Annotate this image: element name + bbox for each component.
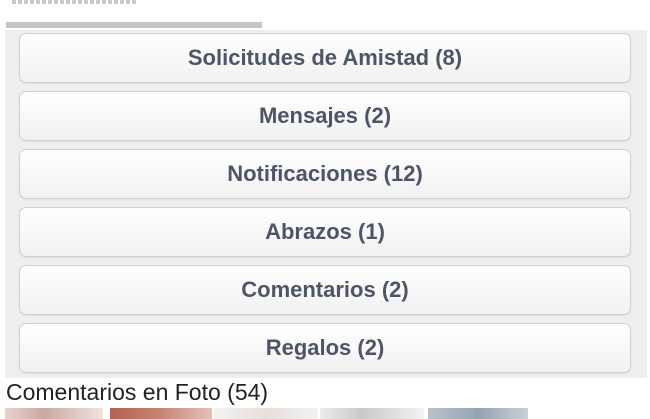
top-header-strip [0, 0, 650, 30]
notifications-button[interactable]: Notificaciones (12) [19, 149, 631, 199]
friend-requests-button[interactable]: Solicitudes de Amistad (8) [19, 33, 631, 83]
gifts-button[interactable]: Regalos (2) [19, 323, 631, 373]
comments-label: Comentarios (2) [241, 277, 409, 302]
photo-thumbnail[interactable] [428, 408, 528, 419]
hugs-button[interactable]: Abrazos (1) [19, 207, 631, 257]
header-dashed-divider [12, 0, 136, 4]
gifts-label: Regalos (2) [265, 335, 385, 360]
messages-button[interactable]: Mensajes (2) [19, 91, 631, 141]
header-progress-rule [6, 22, 262, 28]
notifications-label: Notificaciones (12) [227, 161, 423, 186]
photo-thumbnail[interactable] [110, 408, 212, 419]
photo-comments-title: Comentarios en Foto (54) [6, 379, 269, 405]
friend-requests-label: Solicitudes de Amistad (8) [187, 45, 463, 70]
photo-thumbnail[interactable] [214, 408, 318, 419]
notifications-panel: Solicitudes de Amistad (8) Mensajes (2) … [5, 30, 647, 378]
photo-thumbnail-strip [0, 408, 650, 419]
photo-thumbnail[interactable] [5, 408, 103, 419]
comments-button[interactable]: Comentarios (2) [19, 265, 631, 315]
hugs-label: Abrazos (1) [265, 219, 385, 244]
photo-thumbnail[interactable] [320, 408, 424, 419]
messages-label: Mensajes (2) [258, 103, 392, 128]
